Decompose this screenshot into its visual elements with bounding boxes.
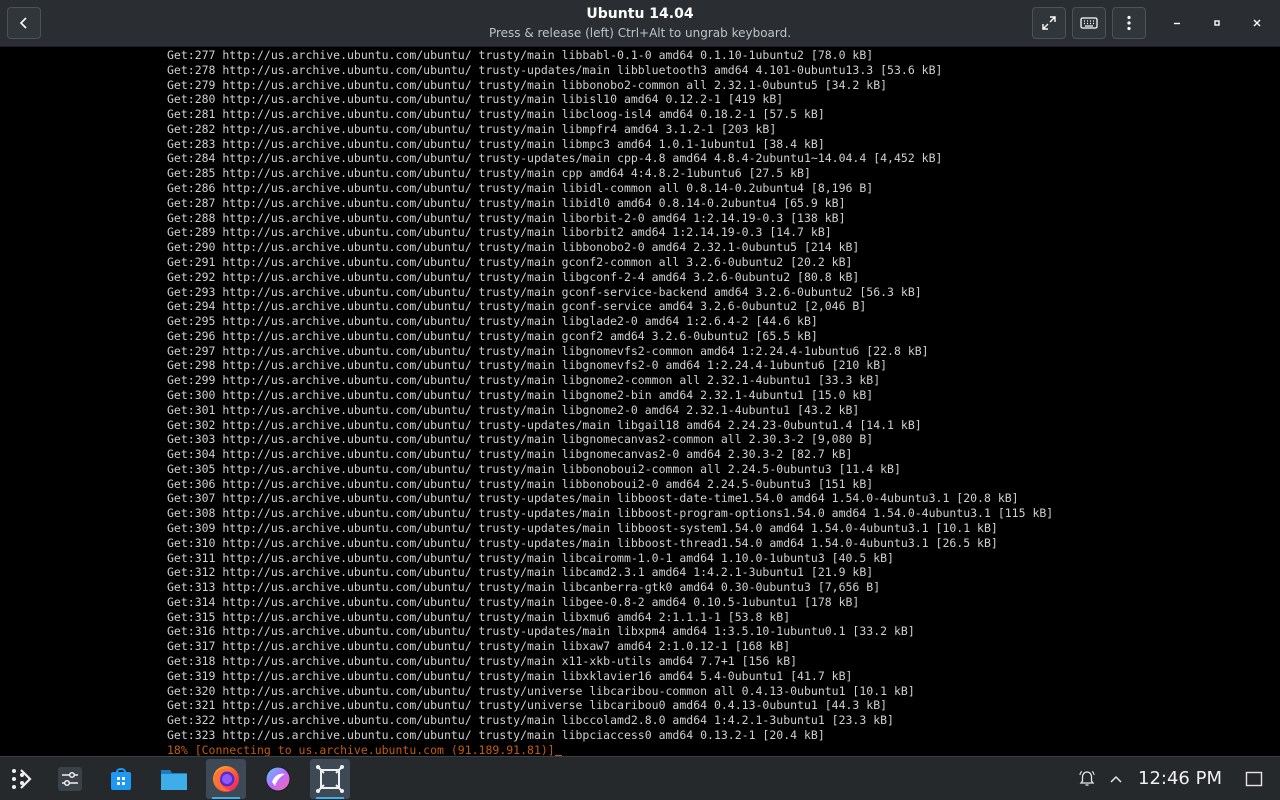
terminal-line: Get:309 http://us.archive.ubuntu.com/ubu…: [167, 521, 998, 535]
terminal-line: Get:312 http://us.archive.ubuntu.com/ubu…: [167, 565, 874, 580]
terminal-line: Get:305 http://us.archive.ubuntu.com/ubu…: [167, 461, 901, 476]
terminal-line: Get:281 http://us.archive.ubuntu.com/ubu…: [167, 107, 825, 122]
terminal-line: Get:303 http://us.archive.ubuntu.com/ubu…: [167, 432, 874, 447]
terminal-line: Get:287 http://us.archive.ubuntu.com/ubu…: [167, 195, 846, 210]
taskbar-file-manager[interactable]: [154, 759, 194, 799]
keyboard-icon: [1080, 17, 1098, 29]
terminal-line: Get:279 http://us.archive.ubuntu.com/ubu…: [167, 77, 888, 92]
digital-clock[interactable]: 12:46 PM: [1138, 768, 1222, 790]
terminal-line: Get:293 http://us.archive.ubuntu.com/ubu…: [167, 284, 922, 299]
terminal-lines: Get:277 http://us.archive.ubuntu.com/ubu…: [167, 48, 1053, 756]
discover-icon: [111, 768, 131, 790]
terminal-line: Get:319 http://us.archive.ubuntu.com/ubu…: [167, 668, 853, 683]
close-icon: [1253, 19, 1261, 27]
terminal-line: Get:298 http://us.archive.ubuntu.com/ubu…: [167, 358, 888, 373]
application-launcher[interactable]: [2, 759, 42, 799]
window-title: Ubuntu 14.04: [586, 6, 694, 22]
terminal-line: Get:320 http://us.archive.ubuntu.com/ubu…: [167, 683, 915, 698]
terminal-line: Get:282 http://us.archive.ubuntu.com/ubu…: [167, 121, 777, 136]
terminal-line: Get:308 http://us.archive.ubuntu.com/ubu…: [167, 506, 1054, 521]
window-titlebar: Ubuntu 14.04 Press & release (left) Ctrl…: [0, 0, 1280, 47]
terminal-line: Get:317 http://us.archive.ubuntu.com/ubu…: [167, 639, 791, 654]
terminal-status-line: 18% [Connecting to us.archive.ubuntu.com…: [167, 743, 1053, 756]
terminal-line: Get:304 http://us.archive.ubuntu.com/ubu…: [167, 447, 853, 462]
terminal-line: Get:301 http://us.archive.ubuntu.com/ubu…: [167, 402, 860, 417]
chevron-left-icon: [19, 17, 27, 29]
terminal-line: Get:291 http://us.archive.ubuntu.com/ubu…: [167, 254, 853, 269]
terminal-line: Get:318 http://us.archive.ubuntu.com/ubu…: [167, 654, 798, 669]
terminal-status-text: 18% [Connecting to us.archive.ubuntu.com…: [167, 742, 555, 756]
fullscreen-icon: [1042, 16, 1056, 30]
kde-app-icon: [265, 766, 291, 792]
minimize-icon: [1174, 22, 1180, 25]
taskbar-firefox[interactable]: [206, 759, 246, 799]
terminal-line: Get:322 http://us.archive.ubuntu.com/ubu…: [167, 713, 894, 728]
terminal-line: Get:294 http://us.archive.ubuntu.com/ubu…: [167, 299, 867, 314]
window-title-area: Ubuntu 14.04 Press & release (left) Ctrl…: [400, 5, 880, 41]
terminal-line: Get:292 http://us.archive.ubuntu.com/ubu…: [167, 269, 860, 284]
settings-icon: [58, 767, 82, 791]
terminal-line: Get:321 http://us.archive.ubuntu.com/ubu…: [167, 698, 888, 713]
close-button[interactable]: [1246, 12, 1268, 34]
terminal-line: Get:283 http://us.archive.ubuntu.com/ubu…: [167, 136, 825, 151]
taskbar-discover[interactable]: [101, 759, 141, 799]
taskbar-settings[interactable]: [50, 759, 90, 799]
system-tray-expand-button[interactable]: [1106, 769, 1126, 789]
terminal-line: Get:299 http://us.archive.ubuntu.com/ubu…: [167, 373, 881, 388]
terminal-line: Get:297 http://us.archive.ubuntu.com/ubu…: [167, 343, 929, 358]
chevron-up-icon: [1110, 775, 1122, 783]
fullscreen-button[interactable]: [1032, 7, 1066, 39]
terminal-line: Get:284 http://us.archive.ubuntu.com/ubu…: [167, 151, 943, 166]
terminal-line: Get:316 http://us.archive.ubuntu.com/ubu…: [167, 624, 915, 639]
terminal-line: Get:288 http://us.archive.ubuntu.com/ubu…: [167, 210, 846, 225]
terminal-line: Get:285 http://us.archive.ubuntu.com/ubu…: [167, 166, 811, 181]
terminal-line: Get:286 http://us.archive.ubuntu.com/ubu…: [167, 181, 874, 196]
terminal-line: Get:307 http://us.archive.ubuntu.com/ubu…: [167, 491, 1019, 506]
steam-link-icon: [316, 765, 344, 793]
minimize-button[interactable]: [1166, 12, 1188, 34]
notifications-tray-button[interactable]: [1077, 769, 1097, 789]
window-subtitle: Press & release (left) Ctrl+Alt to ungra…: [488, 26, 792, 40]
terminal-line: Get:302 http://us.archive.ubuntu.com/ubu…: [167, 417, 922, 432]
terminal-line: Get:300 http://us.archive.ubuntu.com/ubu…: [167, 387, 874, 402]
terminal-line: Get:311 http://us.archive.ubuntu.com/ubu…: [167, 550, 894, 565]
taskbar-app[interactable]: [258, 759, 298, 799]
files-icon: [161, 770, 187, 790]
back-button[interactable]: [7, 7, 41, 39]
bell-icon: [1079, 771, 1095, 786]
terminal-line: Get:278 http://us.archive.ubuntu.com/ubu…: [167, 62, 943, 77]
terminal-line: Get:306 http://us.archive.ubuntu.com/ubu…: [167, 476, 874, 491]
terminal-line: Get:290 http://us.archive.ubuntu.com/ubu…: [167, 240, 860, 255]
keyboard-button[interactable]: [1072, 7, 1106, 39]
terminal-line: Get:295 http://us.archive.ubuntu.com/ubu…: [167, 314, 818, 329]
terminal-line: Get:296 http://us.archive.ubuntu.com/ubu…: [167, 328, 818, 343]
terminal-line: Get:323 http://us.archive.ubuntu.com/ubu…: [167, 727, 825, 742]
terminal-line: Get:280 http://us.archive.ubuntu.com/ubu…: [167, 92, 784, 107]
launcher-icon: [12, 769, 32, 789]
kebab-menu-icon: [1127, 15, 1131, 31]
terminal-line: Get:315 http://us.archive.ubuntu.com/ubu…: [167, 609, 791, 624]
terminal-line: Get:289 http://us.archive.ubuntu.com/ubu…: [167, 225, 832, 240]
menu-button[interactable]: [1112, 7, 1146, 39]
show-desktop-button[interactable]: [1244, 769, 1264, 789]
taskbar: 12:46 PM: [0, 756, 1280, 800]
maximize-icon: [1214, 20, 1220, 26]
maximize-button[interactable]: [1206, 12, 1228, 34]
terminal-line: Get:314 http://us.archive.ubuntu.com/ubu…: [167, 594, 860, 609]
taskbar-steam-link[interactable]: [310, 759, 350, 799]
terminal-line: Get:310 http://us.archive.ubuntu.com/ubu…: [167, 535, 998, 550]
firefox-icon: [213, 766, 239, 792]
terminal-line: Get:313 http://us.archive.ubuntu.com/ubu…: [167, 580, 881, 595]
terminal-line: Get:277 http://us.archive.ubuntu.com/ubu…: [167, 48, 874, 62]
terminal-output[interactable]: Get:277 http://us.archive.ubuntu.com/ubu…: [0, 47, 1280, 756]
show-desktop-icon: [1245, 771, 1263, 787]
